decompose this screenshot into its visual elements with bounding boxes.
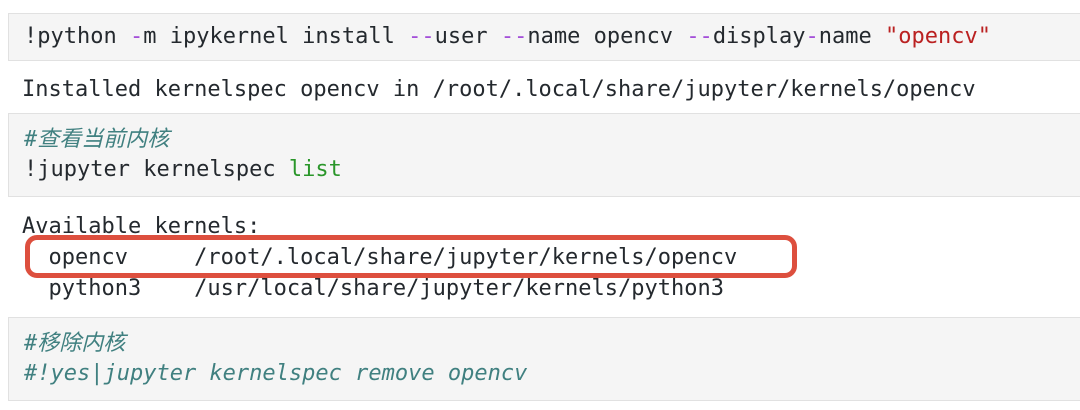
comment-line: #查看当前内核 (24, 127, 170, 152)
flag-dash: -- (686, 24, 713, 49)
flag-dash: -- (408, 24, 435, 49)
output-available-kernels: Available kernels: opencv /root/.local/s… (22, 211, 1080, 304)
code-text: m ipykernel install (143, 24, 409, 49)
code-line: !python -m ipykernel install --user --na… (24, 22, 1065, 52)
code-text: user (434, 24, 501, 49)
code-cell-list-kernels[interactable]: #查看当前内核 !jupyter kernelspec list (8, 113, 1080, 197)
code-cell-remove-kernel[interactable]: #移除内核 #!yes|jupyter kernelspec remove op… (8, 317, 1080, 401)
code-text: !python (24, 24, 130, 49)
flag-dash: -- (500, 24, 528, 49)
notebook-page: !python -m ipykernel install --user --na… (0, 0, 1080, 401)
output-install-kernelspec: Installed kernelspec opencv in /root/.lo… (22, 74, 1080, 105)
code-text: name (818, 24, 886, 49)
flag-dash: - (805, 24, 819, 49)
commented-command-line: #!yes|jupyter kernelspec remove opencv (24, 361, 528, 386)
code-text: !jupyter kernelspec (24, 157, 289, 182)
output-line-python3-kernel: python3 /usr/local/share/jupyter/kernels… (22, 276, 724, 301)
code-cell-install-kernel[interactable]: !python -m ipykernel install --user --na… (8, 13, 1080, 61)
flag-dash: - (129, 24, 144, 49)
output-line-opencv-kernel: opencv /root/.local/share/jupyter/kernel… (22, 245, 738, 270)
code-text: name opencv (527, 24, 687, 49)
code-line: !jupyter kernelspec list (24, 155, 1065, 185)
string-literal: "opencv" (885, 24, 991, 49)
output-line: Installed kernelspec opencv in /root/.lo… (22, 77, 976, 102)
code-text: display (712, 24, 806, 49)
output-line-available-kernels: Available kernels: (22, 214, 261, 239)
builtin-keyword: list (288, 157, 342, 182)
comment-line: #移除内核 (24, 331, 126, 356)
